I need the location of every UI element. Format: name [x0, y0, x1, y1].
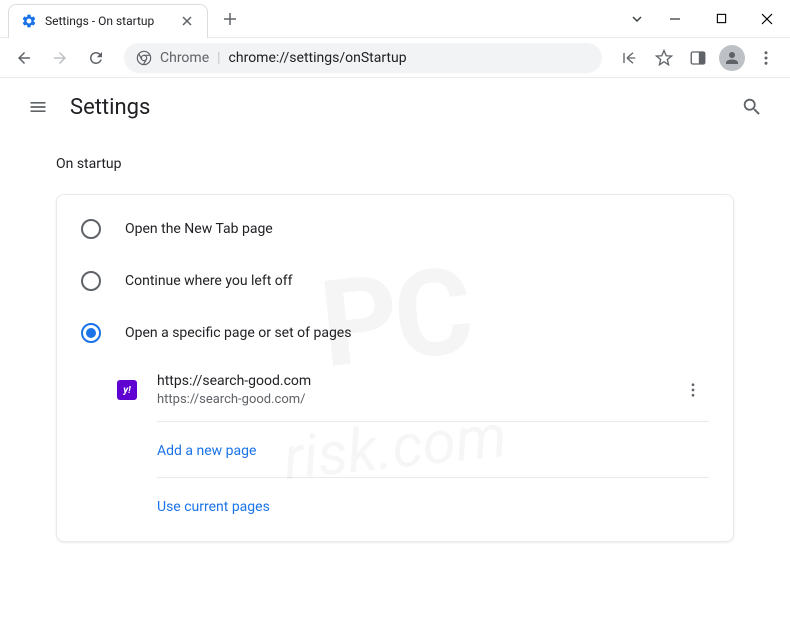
avatar-icon — [719, 45, 745, 71]
more-actions-icon[interactable] — [677, 374, 709, 406]
option-label: Open a specific page or set of pages — [125, 325, 351, 341]
section-title: On startup — [56, 156, 734, 172]
option-label: Continue where you left off — [125, 273, 293, 289]
tab-search-icon[interactable] — [630, 12, 644, 26]
startup-page-entry: y! https://search-good.com https://searc… — [57, 359, 733, 421]
page-info: https://search-good.com https://search-g… — [157, 371, 677, 409]
option-specific-pages[interactable]: Open a specific page or set of pages — [57, 307, 733, 359]
profile-button[interactable] — [716, 42, 748, 74]
close-tab-icon[interactable] — [179, 13, 195, 29]
radio-icon — [81, 271, 101, 291]
browser-tab[interactable]: Settings - On startup — [8, 4, 208, 38]
forward-button — [44, 42, 76, 74]
hamburger-menu-icon[interactable] — [18, 87, 58, 127]
add-page-link[interactable]: Add a new page — [157, 443, 256, 459]
window-controls — [630, 0, 790, 37]
side-panel-icon[interactable] — [682, 42, 714, 74]
option-continue[interactable]: Continue where you left off — [57, 255, 733, 307]
new-tab-button[interactable] — [216, 5, 244, 33]
gear-icon — [21, 13, 37, 29]
use-current-pages-link[interactable]: Use current pages — [157, 499, 270, 515]
minimize-button[interactable] — [652, 3, 698, 35]
settings-content: On startup Open the New Tab page Continu… — [0, 136, 790, 562]
reload-button[interactable] — [80, 42, 112, 74]
menu-button[interactable] — [750, 42, 782, 74]
back-button[interactable] — [8, 42, 40, 74]
option-label: Open the New Tab page — [125, 221, 273, 237]
browser-toolbar: Chrome | chrome://settings/onStartup — [0, 38, 790, 78]
window-titlebar: Settings - On startup — [0, 0, 790, 38]
page-entry-url: https://search-good.com/ — [157, 391, 677, 409]
settings-header: Settings — [0, 78, 790, 136]
radio-icon — [81, 219, 101, 239]
address-bar[interactable]: Chrome | chrome://settings/onStartup — [124, 43, 602, 73]
search-icon[interactable] — [732, 87, 772, 127]
option-new-tab[interactable]: Open the New Tab page — [57, 203, 733, 255]
startup-options-card: Open the New Tab page Continue where you… — [56, 194, 734, 542]
yahoo-favicon-icon: y! — [117, 380, 137, 400]
share-icon[interactable] — [614, 42, 646, 74]
tab-title: Settings - On startup — [45, 14, 171, 28]
bookmark-icon[interactable] — [648, 42, 680, 74]
page-title: Settings — [70, 95, 150, 120]
page-entry-title: https://search-good.com — [157, 371, 677, 391]
url-text: Chrome | chrome://settings/onStartup — [160, 50, 407, 66]
radio-icon-selected — [81, 323, 101, 343]
maximize-button[interactable] — [698, 3, 744, 35]
close-window-button[interactable] — [744, 3, 790, 35]
chrome-icon — [136, 50, 152, 66]
